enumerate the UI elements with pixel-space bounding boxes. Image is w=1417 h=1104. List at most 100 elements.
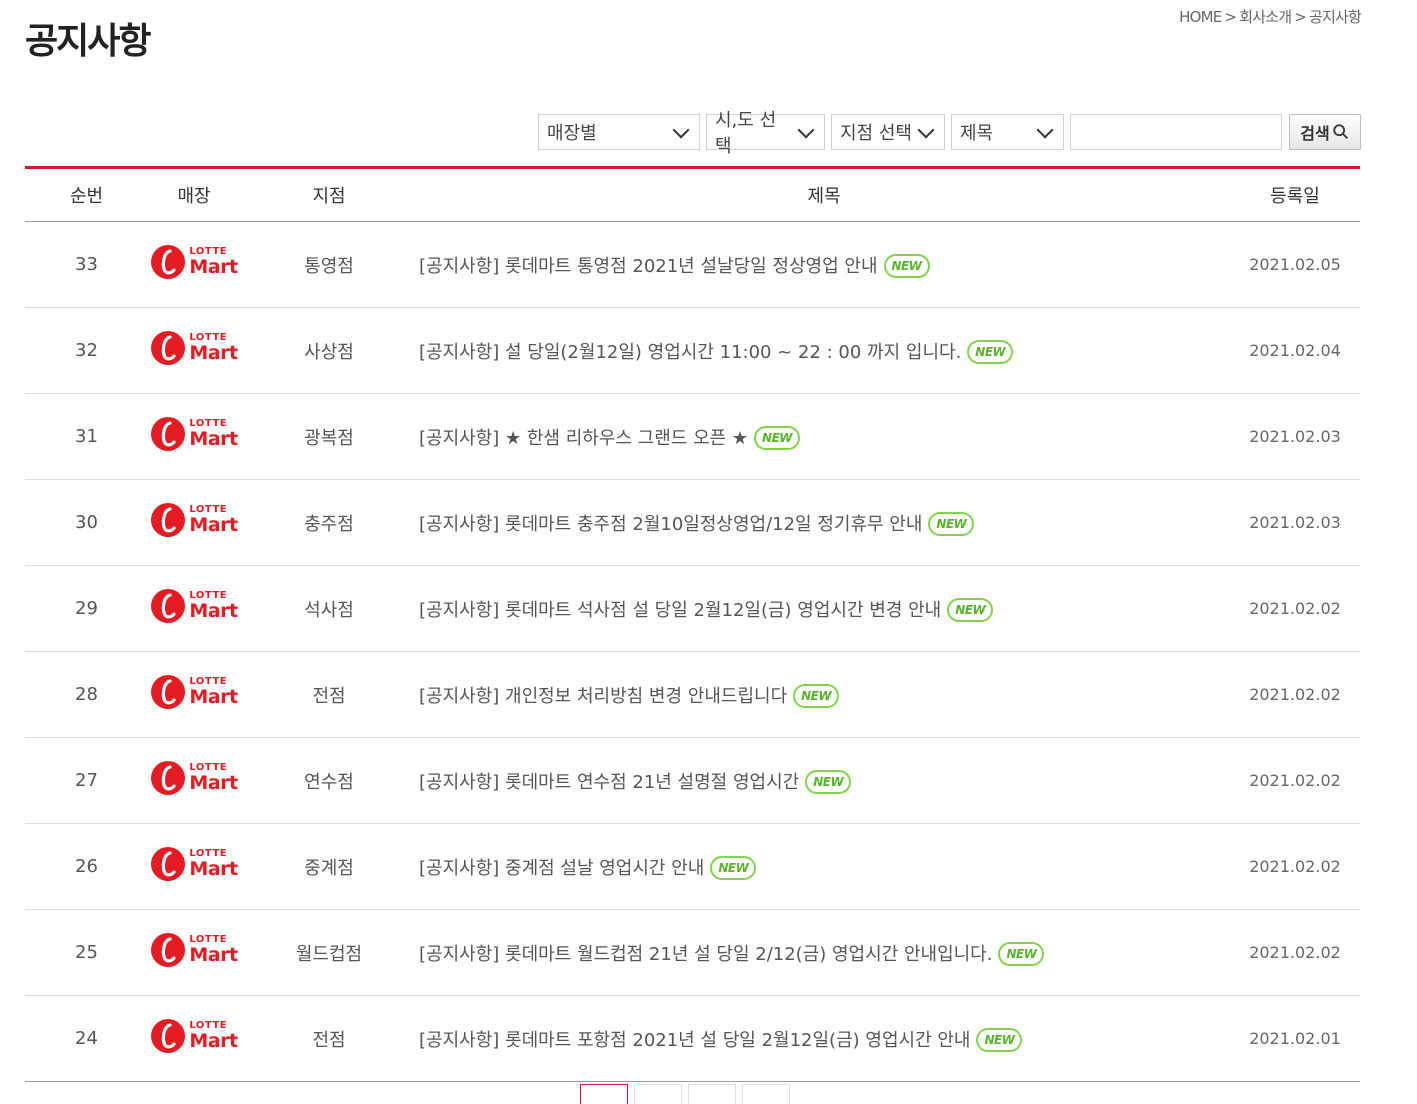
lotte-logo-icon (151, 589, 186, 623)
subject-cell: [공지사항] 개인정보 처리방침 변경 안내드립니다 NEW (418, 651, 1230, 738)
store-logo-cell: LOTTE Mart (148, 307, 240, 394)
subject-cell: [공지사항] 롯데마트 연수점 21년 설명절 영업시간 NEW (418, 737, 1230, 824)
notice-title-link[interactable]: [공지사항] 롯데마트 연수점 21년 설명절 영업시간 (419, 772, 799, 793)
store-logo-cell: LOTTE Mart (148, 221, 240, 308)
page-button[interactable] (742, 1084, 790, 1104)
new-badge: NEW (967, 339, 1014, 364)
row-number: 24 (25, 995, 148, 1082)
breadcrumb-separator: > (1294, 8, 1307, 26)
new-badge: NEW (710, 855, 757, 880)
lotte-logo-icon (151, 675, 186, 709)
breadcrumb-company[interactable]: 회사소개 (1239, 8, 1292, 26)
registered-date: 2021.02.01 (1230, 995, 1360, 1082)
registered-date: 2021.02.03 (1230, 393, 1360, 480)
subject-cell: [공지사항] ★ 한샘 리하우스 그랜드 오픈 ★ NEW (418, 393, 1230, 480)
table-row[interactable]: 32 LOTTE Mart 사상점 [공지사항] 설 당일(2월12일) 영업시간 11… (25, 307, 1360, 394)
row-number: 33 (25, 221, 148, 308)
subject-cell: [공지사항] 롯데마트 석사점 설 당일 2월12일(금) 영업시간 변경 안내… (418, 565, 1230, 652)
table-row[interactable]: 28 LOTTE Mart 전점 [공지사항] 개인정보 처리방침 변경 안내드립니다 N… (25, 651, 1360, 738)
store-logo-cell: LOTTE Mart (148, 479, 240, 566)
search-button-label: 검색 (1300, 124, 1330, 143)
notice-title-link[interactable]: [공지사항] 롯데마트 석사점 설 당일 2월12일(금) 영업시간 변경 안내 (419, 600, 941, 621)
lotte-logo-icon (151, 1019, 186, 1053)
chevron-down-icon (917, 121, 935, 138)
store-logo-cell: LOTTE Mart (148, 737, 240, 824)
subject-cell: [공지사항] 롯데마트 월드컵점 21년 설 당일 2/12(금) 영업시간 안… (418, 909, 1230, 996)
breadcrumb-home[interactable]: HOME (1179, 8, 1222, 26)
new-badge: NEW (754, 425, 801, 450)
header-date: 등록일 (1230, 167, 1360, 222)
lotte-mart-logo: LOTTE Mart (150, 1018, 238, 1054)
branch-name: 전점 (240, 995, 418, 1082)
logo-wordmark: LOTTE Mart (189, 247, 238, 277)
lotte-logo-icon (151, 503, 186, 537)
notice-title-link[interactable]: [공지사항] 설 당일(2월12일) 영업시간 11:00 ~ 22 : 00 … (419, 342, 961, 363)
table-row[interactable]: 31 LOTTE Mart 광복점 [공지사항] ★ 한샘 리하우스 그랜드 오픈 ★ N… (25, 393, 1360, 480)
logo-text-bottom: Mart (189, 1030, 238, 1052)
new-badge: NEW (976, 1027, 1023, 1052)
subject-cell: [공지사항] 설 당일(2월12일) 영업시간 11:00 ~ 22 : 00 … (418, 307, 1230, 394)
page-button[interactable] (634, 1084, 682, 1104)
header-branch: 지점 (240, 167, 418, 222)
notice-title-link[interactable]: [공지사항] ★ 한샘 리하우스 그랜드 오픈 ★ (419, 428, 748, 449)
branch-name: 통영점 (240, 221, 418, 308)
logo-wordmark: LOTTE Mart (189, 591, 238, 621)
table-row[interactable]: 24 LOTTE Mart 전점 [공지사항] 롯데마트 포항점 2021년 설 당일 … (25, 995, 1360, 1082)
notice-title-link[interactable]: [공지사항] 롯데마트 포항점 2021년 설 당일 2월12일(금) 영업시간… (419, 1030, 970, 1051)
notice-title-link[interactable]: [공지사항] 롯데마트 충주점 2월10일정상영업/12일 정기휴무 안내 (419, 514, 922, 535)
row-number: 31 (25, 393, 148, 480)
header-no: 순번 (25, 167, 148, 222)
registered-date: 2021.02.05 (1230, 221, 1360, 308)
lotte-mart-logo: LOTTE Mart (150, 674, 238, 710)
new-badge: NEW (883, 253, 930, 278)
lotte-mart-logo: LOTTE Mart (150, 932, 238, 968)
notice-title-link[interactable]: [공지사항] 중계점 설날 영업시간 안내 (419, 858, 704, 879)
store-type-select[interactable]: 매장별 (538, 114, 700, 150)
table-row[interactable]: 29 LOTTE Mart 석사점 [공지사항] 롯데마트 석사점 설 당일 2월12일… (25, 565, 1360, 652)
logo-text-bottom: Mart (189, 858, 238, 880)
lotte-logo-icon (151, 933, 186, 967)
notice-title-link[interactable]: [공지사항] 개인정보 처리방침 변경 안내드립니다 (419, 686, 787, 707)
branch-name: 석사점 (240, 565, 418, 652)
logo-wordmark: LOTTE Mart (189, 677, 238, 707)
registered-date: 2021.02.02 (1230, 565, 1360, 652)
breadcrumb: HOME > 회사소개 > 공지사항 (1179, 6, 1362, 27)
row-number: 27 (25, 737, 148, 824)
notice-title-link[interactable]: [공지사항] 롯데마트 월드컵점 21년 설 당일 2/12(금) 영업시간 안… (419, 944, 992, 965)
pagination (580, 1084, 790, 1104)
header-subject: 제목 (418, 167, 1230, 222)
chevron-down-icon (672, 121, 690, 138)
branch-select[interactable]: 지점 선택 (831, 114, 945, 150)
subject-cell: [공지사항] 중계점 설날 영업시간 안내 NEW (418, 823, 1230, 910)
row-number: 25 (25, 909, 148, 996)
page-title: 공지사항 (25, 21, 151, 62)
registered-date: 2021.02.02 (1230, 651, 1360, 738)
lotte-logo-icon (151, 417, 186, 451)
store-logo-cell: LOTTE Mart (148, 393, 240, 480)
region-value: 시,도 선택 (715, 110, 777, 157)
lotte-mart-logo: LOTTE Mart (150, 244, 238, 280)
region-select[interactable]: 시,도 선택 (706, 110, 825, 157)
page-button[interactable] (688, 1084, 736, 1104)
registered-date: 2021.02.02 (1230, 737, 1360, 824)
search-field-select[interactable]: 제목 (951, 114, 1064, 150)
breadcrumb-current: 공지사항 (1308, 8, 1362, 26)
lotte-mart-logo: LOTTE Mart (150, 502, 238, 538)
notice-title-link[interactable]: [공지사항] 롯데마트 통영점 2021년 설날당일 정상영업 안내 (419, 256, 878, 277)
store-logo-cell: LOTTE Mart (148, 651, 240, 738)
table-row[interactable]: 33 LOTTE Mart 통영점 [공지사항] 롯데마트 통영점 2021년 설날당일… (25, 221, 1360, 308)
logo-text-bottom: Mart (189, 428, 238, 450)
lotte-logo-icon (151, 245, 186, 279)
page-button[interactable] (580, 1084, 628, 1104)
table-row[interactable]: 26 LOTTE Mart 중계점 [공지사항] 중계점 설날 영업시간 안내 NEW 20… (25, 823, 1360, 910)
store-type-value: 매장별 (547, 123, 597, 144)
table-row[interactable]: 25 LOTTE Mart 월드컵점 [공지사항] 롯데마트 월드컵점 21년 설 당일… (25, 909, 1360, 996)
search-input[interactable] (1070, 114, 1282, 150)
lotte-mart-logo: LOTTE Mart (150, 416, 238, 452)
table-row[interactable]: 30 LOTTE Mart 충주점 [공지사항] 롯데마트 충주점 2월10일정상영업/… (25, 479, 1360, 566)
search-button[interactable]: 검색 (1289, 114, 1361, 150)
new-badge: NEW (928, 511, 975, 536)
logo-wordmark: LOTTE Mart (189, 1021, 238, 1052)
subject-cell: [공지사항] 롯데마트 통영점 2021년 설날당일 정상영업 안내 NEW (418, 221, 1230, 308)
table-row[interactable]: 27 LOTTE Mart 연수점 [공지사항] 롯데마트 연수점 21년 설명절 영업… (25, 737, 1360, 824)
